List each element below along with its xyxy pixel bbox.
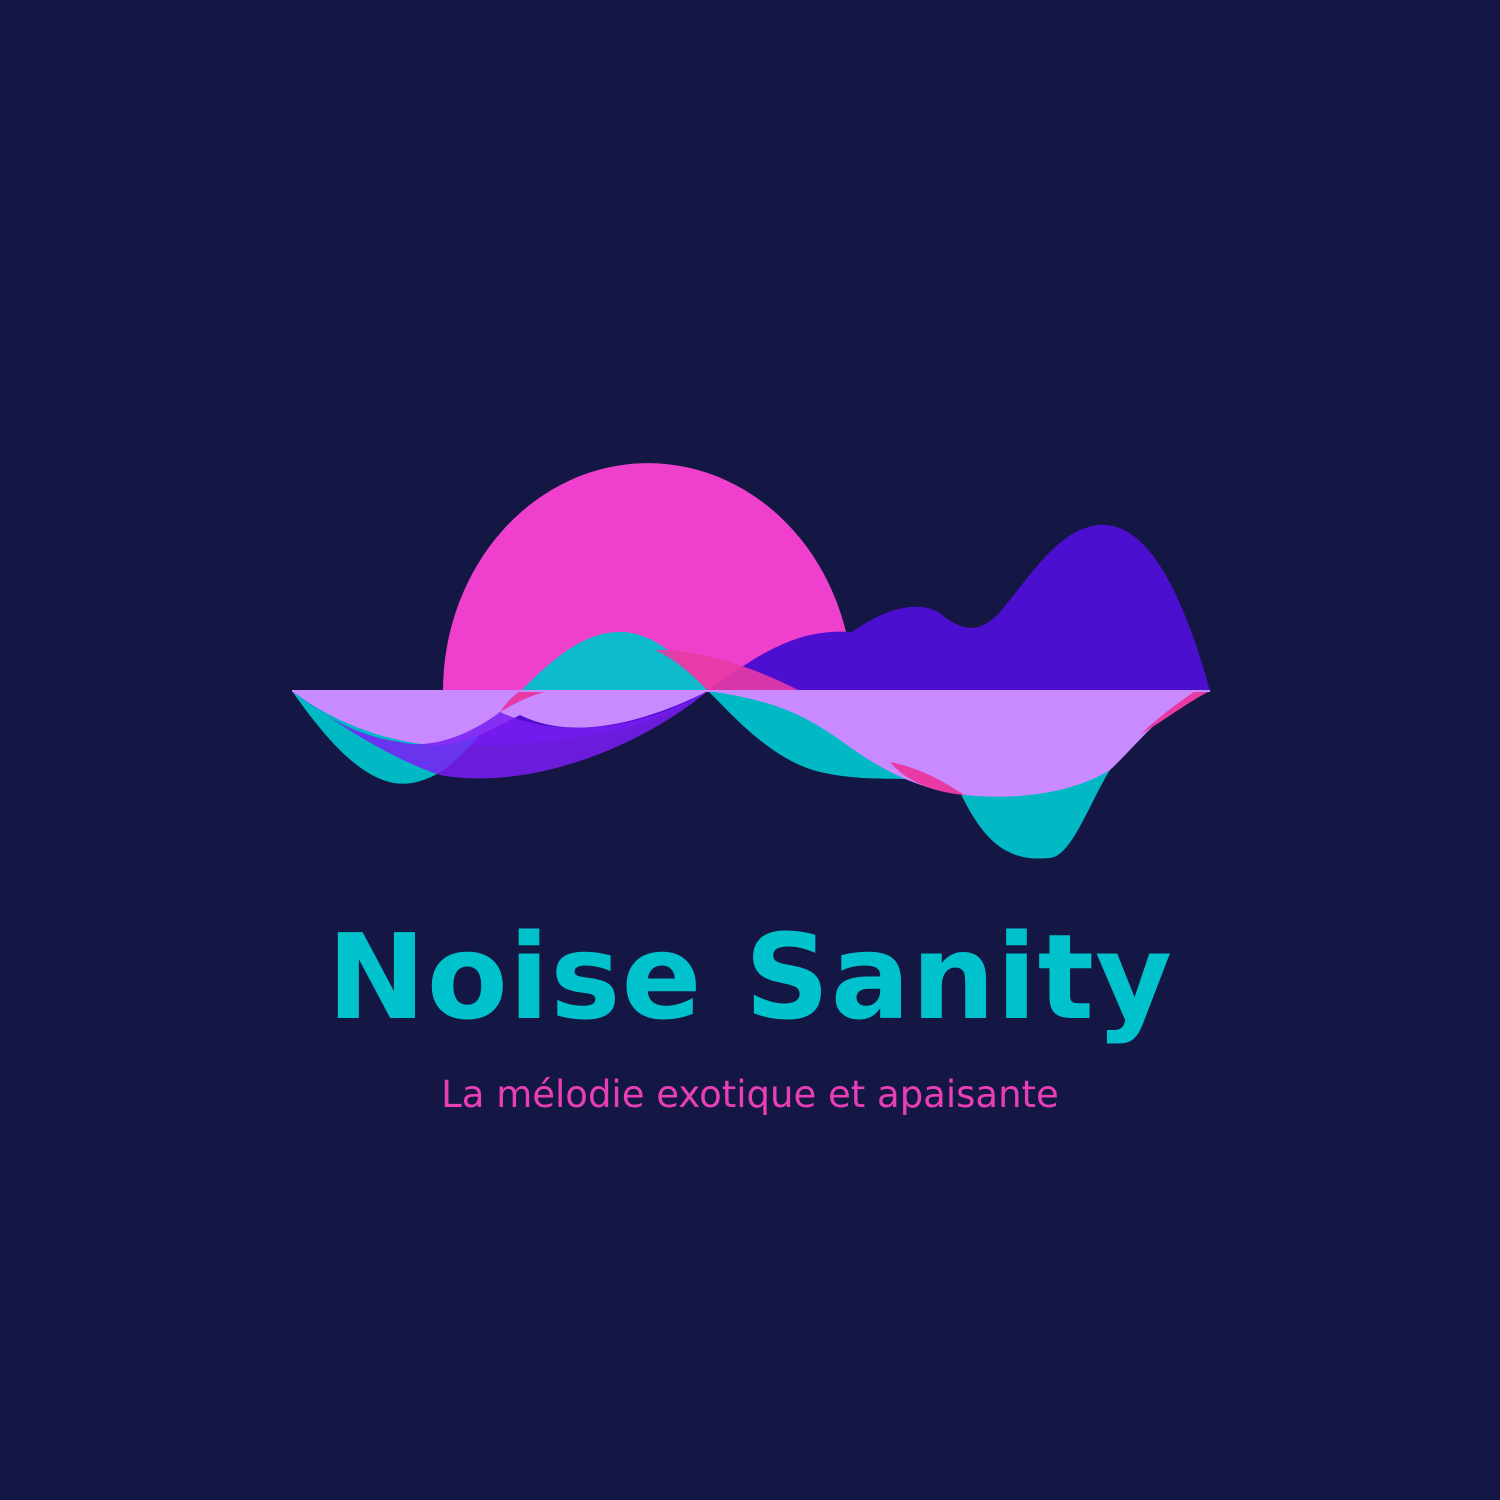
brand-name: Noise Sanity <box>326 908 1173 1046</box>
logo-mark <box>292 463 1210 859</box>
brand-tagline: La mélodie exotique et apaisante <box>441 1073 1059 1116</box>
